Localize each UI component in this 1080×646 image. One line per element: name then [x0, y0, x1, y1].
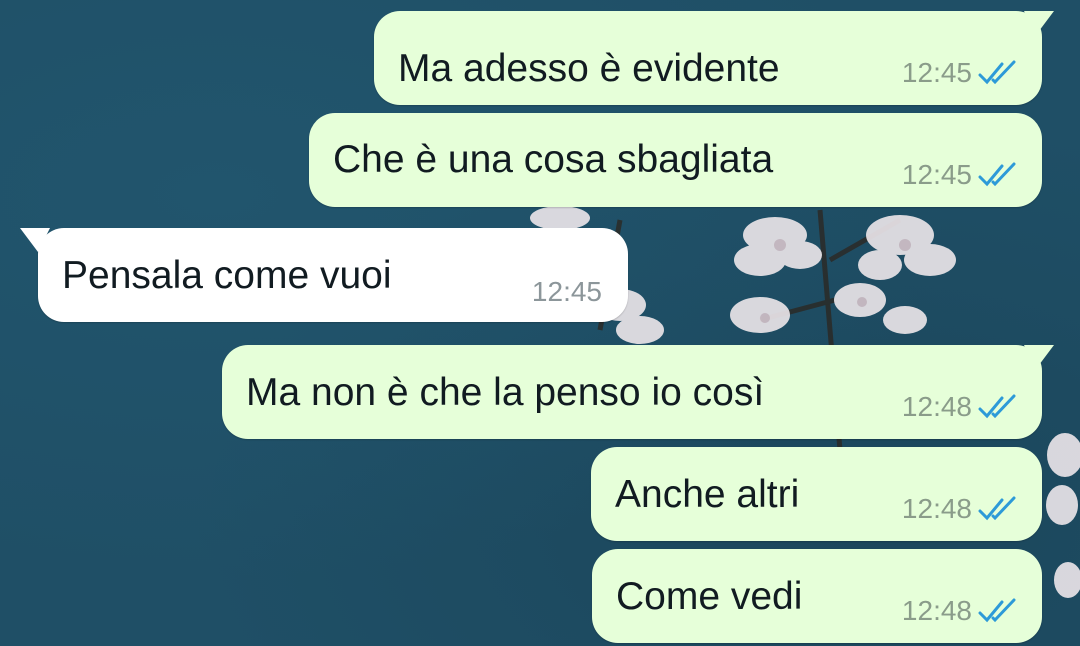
- message-bubble-outgoing[interactable]: Ma adesso è evidente 12:45: [374, 11, 1054, 105]
- message-meta: 12:48: [902, 391, 1020, 423]
- message-text: Anche altri: [615, 473, 800, 516]
- message-meta: 12:48: [902, 595, 1020, 627]
- message-time: 12:45: [531, 276, 602, 307]
- message-meta: 12:45: [902, 57, 1020, 89]
- message-bubble-incoming[interactable]: Pensala come vuoi 12:45: [20, 228, 628, 322]
- bubble-tail: [1024, 11, 1054, 35]
- bubble-tail: [20, 228, 50, 252]
- message-text: Ma adesso è evidente: [398, 47, 780, 90]
- double-check-read-icon: [978, 496, 1016, 521]
- message-time: 12:48: [901, 391, 972, 422]
- message-bubble-outgoing[interactable]: Ma non è che la penso io così 12:48: [222, 345, 1054, 439]
- message-meta: 12:45: [532, 276, 602, 308]
- message-time: 12:48: [901, 493, 972, 524]
- message-bubble-outgoing[interactable]: Che è una cosa sbagliata 12:45: [309, 113, 1042, 207]
- double-check-read-icon: [978, 162, 1016, 187]
- message-time: 12:45: [901, 159, 972, 190]
- message-bubble-outgoing[interactable]: Come vedi 12:48: [592, 549, 1042, 643]
- message-text: Ma non è che la penso io così: [246, 371, 765, 414]
- message-time: 12:48: [901, 595, 972, 626]
- message-text: Come vedi: [616, 575, 803, 618]
- message-meta: 12:45: [902, 159, 1020, 191]
- message-time: 12:45: [901, 57, 972, 88]
- message-meta: 12:48: [902, 493, 1020, 525]
- double-check-read-icon: [978, 394, 1016, 419]
- message-text: Che è una cosa sbagliata: [333, 138, 774, 181]
- bubble-tail: [1024, 345, 1054, 369]
- double-check-read-icon: [978, 598, 1016, 623]
- double-check-read-icon: [978, 60, 1016, 85]
- message-bubble-outgoing[interactable]: Anche altri 12:48: [591, 447, 1042, 541]
- message-text: Pensala come vuoi: [62, 254, 392, 297]
